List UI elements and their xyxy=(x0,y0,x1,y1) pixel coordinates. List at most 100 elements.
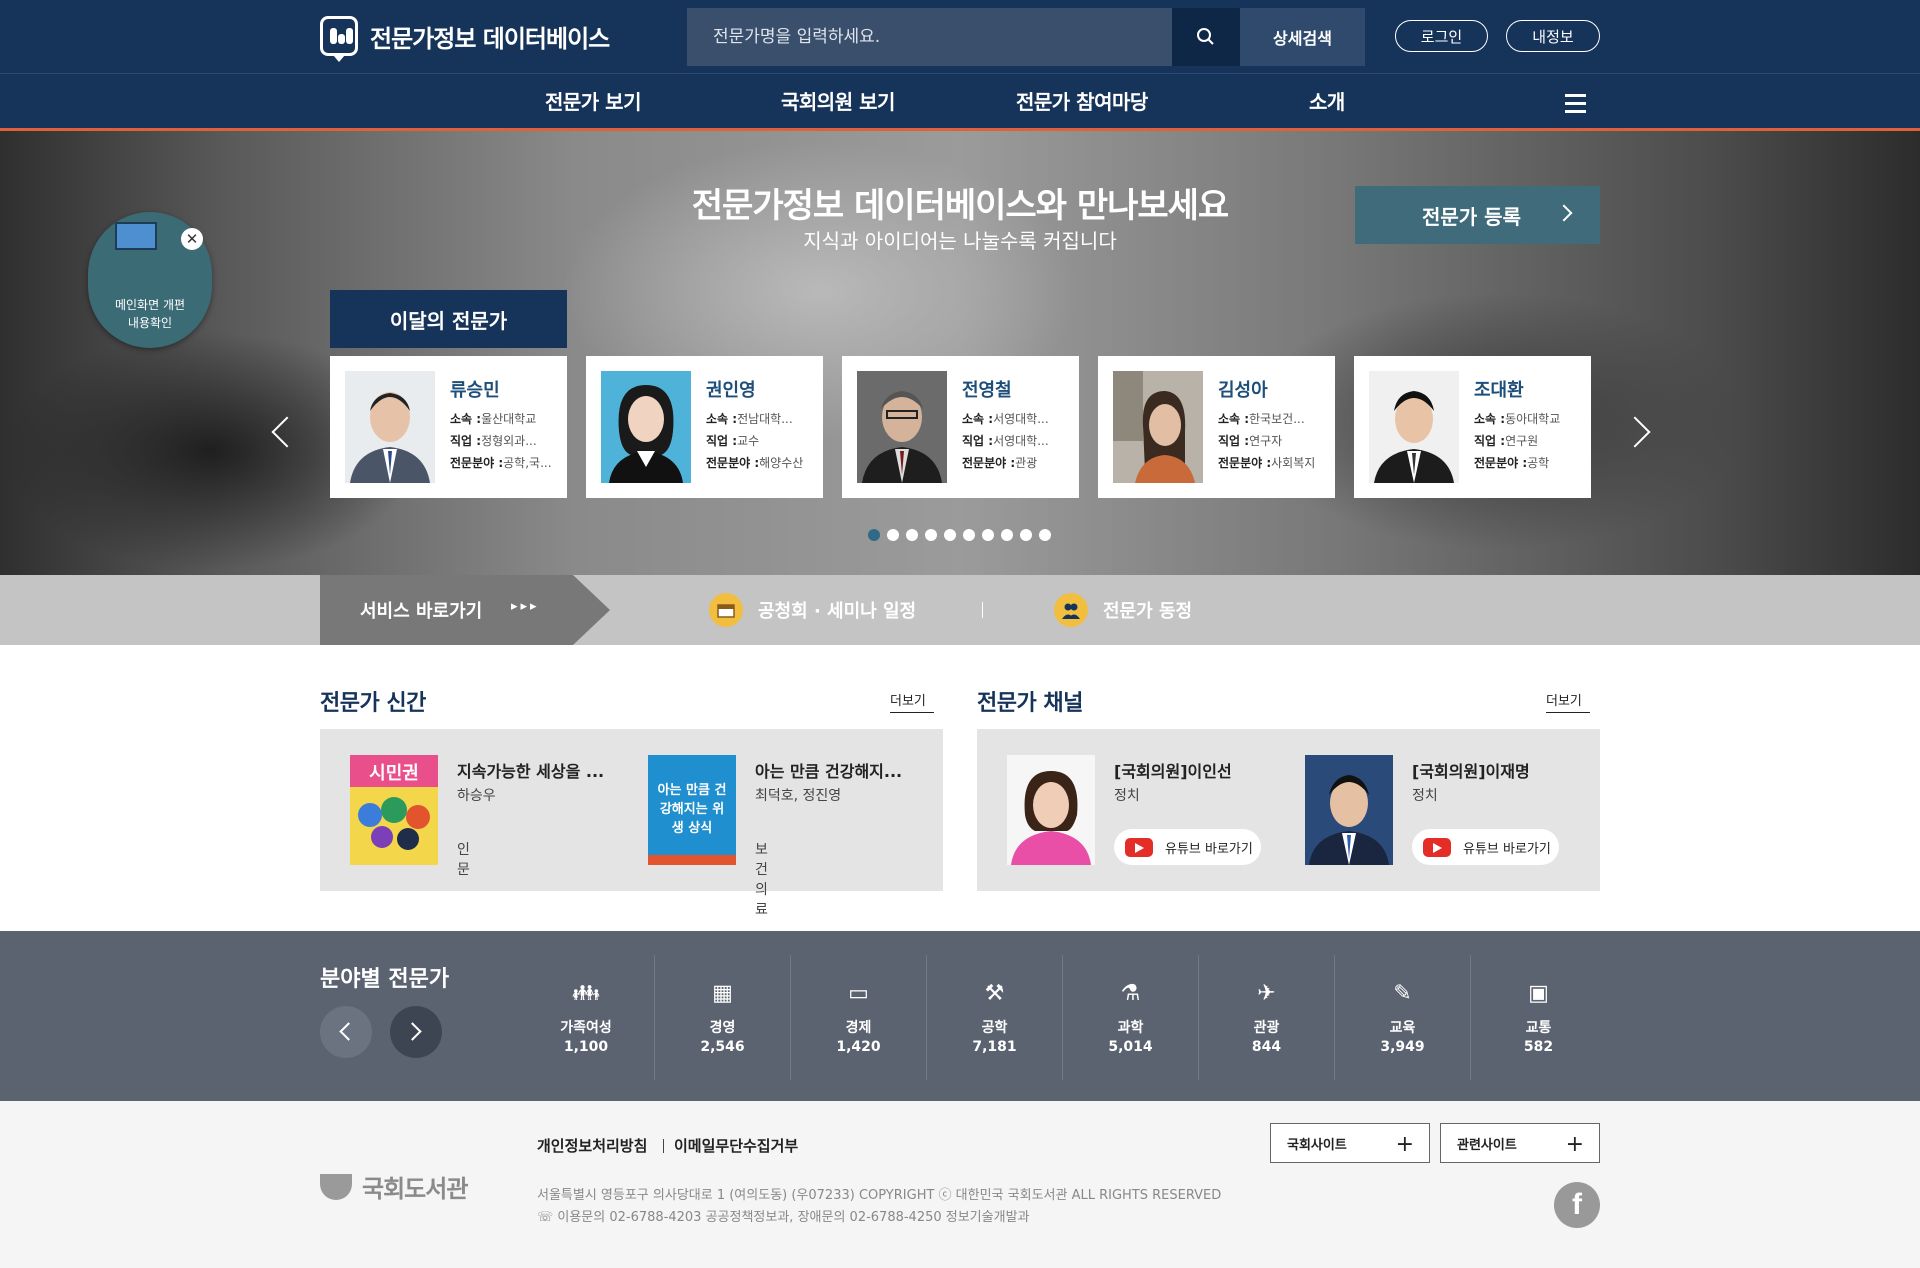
expert-register-button[interactable]: 전문가 등록 xyxy=(1355,186,1600,244)
carousel-dot[interactable] xyxy=(944,529,956,541)
expert-of-month-tab: 이달의 전문가 xyxy=(330,290,567,348)
carousel-dot[interactable] xyxy=(963,529,975,541)
field-item-family[interactable]: 👪︎ 가족여성 1,100 xyxy=(518,955,654,1080)
library-emblem-icon xyxy=(320,1173,352,1200)
field-item-education[interactable]: ✎ 교육 3,949 xyxy=(1334,955,1470,1080)
flask-icon: ⚗ xyxy=(1120,980,1141,1006)
seminar-schedule-link[interactable]: 공청회 · 세미나 일정 xyxy=(709,593,916,627)
expert-field: 전문분야 :사회복지 xyxy=(1218,456,1316,470)
expert-field: 전문분야 :해양수산 xyxy=(706,456,804,470)
expert-card[interactable]: 조대환 소속 :동아대학교 직업 :연구원 전문분야 :공학 xyxy=(1354,356,1591,498)
facebook-icon[interactable]: f xyxy=(1554,1182,1600,1228)
book-author: 하승우 xyxy=(457,788,496,804)
expert-card[interactable]: 권인영 소속 :전남대학... 직업 :교수 전문분야 :해양수산 xyxy=(586,356,823,498)
footer-logo[interactable]: 국회도서관 xyxy=(320,1169,468,1204)
channel-photo xyxy=(1305,755,1393,865)
new-books-title: 전문가 신간 xyxy=(320,691,426,716)
hamburger-menu-icon[interactable] xyxy=(1565,94,1586,113)
service-shortcut-bar: 서비스 바로가기 ▸▸▸ 공청회 · 세미나 일정 전문가 동정 xyxy=(0,575,1920,645)
expert-job: 직업 :교수 xyxy=(706,434,760,448)
field-prev-button[interactable] xyxy=(320,1006,372,1058)
carousel-dot[interactable] xyxy=(868,529,880,541)
carousel-pagination xyxy=(868,529,1051,541)
plus-icon: + xyxy=(1395,1132,1414,1157)
expert-affiliation: 소속 :전남대학... xyxy=(706,412,793,426)
search-button[interactable] xyxy=(1172,8,1240,66)
expert-photo xyxy=(1369,371,1459,483)
expert-job: 직업 :연구원 xyxy=(1474,434,1539,448)
channel-name: [국회의원]이재명 xyxy=(1412,762,1530,781)
monitor-icon xyxy=(115,222,157,250)
field-item-transport[interactable]: ▣ 교통 582 xyxy=(1470,955,1606,1080)
book-cover: 시민권 xyxy=(350,755,438,865)
carousel-dot[interactable] xyxy=(906,529,918,541)
carousel-dot[interactable] xyxy=(1020,529,1032,541)
field-item-tourism[interactable]: ✈ 관광 844 xyxy=(1198,955,1334,1080)
nav-about[interactable]: 소개 xyxy=(1309,86,1345,115)
related-sites-dropdown[interactable]: 관련사이트 + xyxy=(1440,1123,1600,1163)
channel-name: [국회의원]이인선 xyxy=(1114,762,1232,781)
advanced-search-button[interactable]: 상세검색 xyxy=(1240,8,1365,66)
site-title[interactable]: 전문가정보 데이터베이스 xyxy=(370,19,610,54)
search-icon xyxy=(1197,28,1214,45)
floating-banner-text: 메인화면 개편 내용확인 xyxy=(114,298,186,330)
field-item-engineering[interactable]: ⚒ 공학 7,181 xyxy=(926,955,1062,1080)
site-logo[interactable]: 전문가정보 데이터베이스 xyxy=(320,14,610,62)
site-footer: 국회도서관 개인정보처리방침 이메일무단수집거부 서울특별시 영등포구 의사당대… xyxy=(0,1101,1920,1268)
expert-job: 직업 :정형외과... xyxy=(450,434,537,448)
calendar-icon xyxy=(709,593,743,627)
expert-name: 전영철 xyxy=(962,380,1012,401)
expert-card[interactable]: 전영철 소속 :서영대학... 직업 :서영대학... 전문분야 :관광 xyxy=(842,356,1079,498)
expert-card[interactable]: 류승민 소속 :울산대학교 직업 :정형외과... 전문분야 :공학,국... xyxy=(330,356,567,498)
bus-icon: ▣ xyxy=(1528,980,1549,1006)
youtube-button[interactable]: 유튜브 바로가기 xyxy=(1412,829,1559,865)
chevron-left-icon xyxy=(339,1022,358,1041)
assembly-sites-dropdown[interactable]: 국회사이트 + xyxy=(1270,1123,1430,1163)
expert-affiliation: 소속 :한국보건... xyxy=(1218,412,1305,426)
book-category: 인문 xyxy=(457,842,470,878)
carousel-dot[interactable] xyxy=(1039,529,1051,541)
youtube-button[interactable]: 유튜브 바로가기 xyxy=(1114,829,1261,865)
carousel-dot[interactable] xyxy=(925,529,937,541)
book-cover: 아는 만큼 건강해지는 위생 상식 xyxy=(648,755,736,865)
chevron-right-icon xyxy=(403,1022,422,1041)
field-experts-section: 분야별 전문가 👪︎ 가족여성 1,100 ▦ 경영 2,546 ▭ 경제 1,420 ⚒ 공… xyxy=(0,931,1920,1101)
field-next-button[interactable] xyxy=(390,1006,442,1058)
search-input[interactable] xyxy=(687,8,1172,66)
privacy-policy-link[interactable]: 개인정보처리방침 xyxy=(537,1135,647,1156)
field-item-economy[interactable]: ▭ 경제 1,420 xyxy=(790,955,926,1080)
register-label: 전문가 등록 xyxy=(1422,204,1521,229)
field-item-management[interactable]: ▦ 경영 2,546 xyxy=(654,955,790,1080)
channel-more-link[interactable]: 더보기 xyxy=(1546,690,1590,713)
book-category: 보건의료 xyxy=(755,842,768,918)
people-icon xyxy=(1054,593,1088,627)
close-icon[interactable]: ✕ xyxy=(181,228,203,250)
expert-name: 류승민 xyxy=(450,380,500,401)
hero-subtitle: 지식과 아이디어는 나눌수록 커집니다 xyxy=(803,229,1117,253)
carousel-dot[interactable] xyxy=(982,529,994,541)
nav-expert-view[interactable]: 전문가 보기 xyxy=(545,86,641,115)
crane-icon: ⚒ xyxy=(984,980,1005,1006)
header-divider xyxy=(0,73,1920,74)
book-author: 최덕호, 정진영 xyxy=(755,788,842,804)
expert-job: 직업 :연구자 xyxy=(1218,434,1283,448)
book-title: 아는 만큼 건강해지... xyxy=(755,762,903,781)
svg-text:시민권: 시민권 xyxy=(369,763,419,784)
carousel-dot[interactable] xyxy=(887,529,899,541)
separator xyxy=(663,1139,664,1153)
login-button[interactable]: 로그인 xyxy=(1395,20,1488,52)
expert-name: 김성아 xyxy=(1218,380,1268,401)
expert-photo xyxy=(857,371,947,483)
nav-lawmaker-view[interactable]: 국회의원 보기 xyxy=(781,86,895,115)
nav-participation[interactable]: 전문가 참여마당 xyxy=(1016,86,1148,115)
expert-news-link[interactable]: 전문가 동정 xyxy=(1054,593,1192,627)
my-info-button[interactable]: 내정보 xyxy=(1506,20,1600,52)
carousel-dot[interactable] xyxy=(1001,529,1013,541)
board-icon: ✎ xyxy=(1393,980,1412,1006)
field-item-science[interactable]: ⚗ 과학 5,014 xyxy=(1062,955,1198,1080)
plus-icon: + xyxy=(1565,1132,1584,1157)
expert-card[interactable]: 김성아 소속 :한국보건... 직업 :연구자 전문분야 :사회복지 xyxy=(1098,356,1335,498)
new-books-more-link[interactable]: 더보기 xyxy=(890,690,934,713)
airplane-icon: ✈ xyxy=(1257,980,1276,1006)
email-refusal-link[interactable]: 이메일무단수집거부 xyxy=(674,1135,798,1156)
